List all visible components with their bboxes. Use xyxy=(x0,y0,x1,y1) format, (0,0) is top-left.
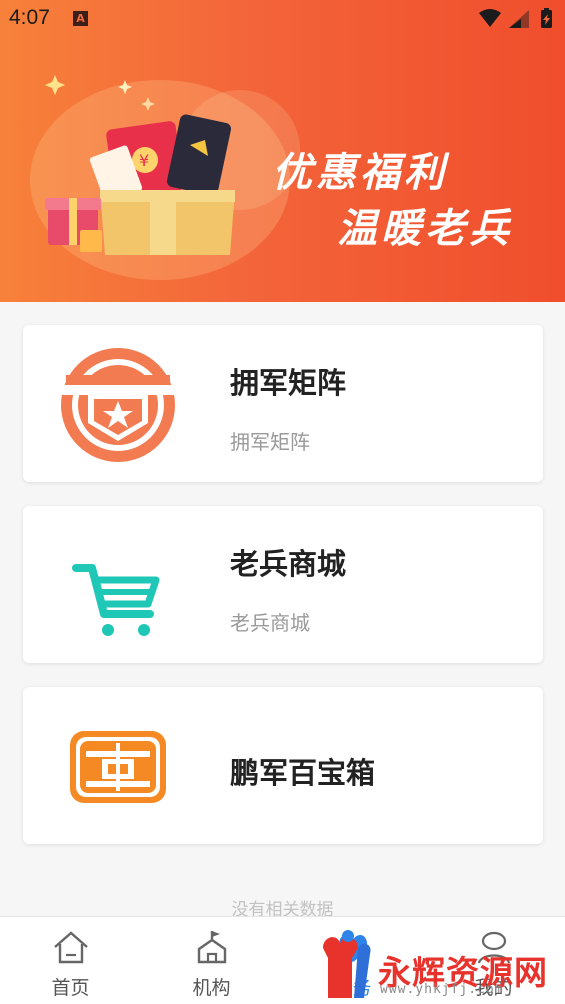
treasure-box-icon xyxy=(70,731,166,803)
service-card-veteran-mall[interactable]: 老兵商城 老兵商城 xyxy=(23,506,543,663)
status-time: 4:07 xyxy=(9,6,50,29)
svg-text:¥: ¥ xyxy=(139,151,149,170)
watermark-url: www.yhkjfj.com xyxy=(380,982,504,997)
card-title: 老兵商城 xyxy=(230,547,347,581)
status-icons xyxy=(479,8,552,28)
tab-label: 机构 xyxy=(192,977,231,999)
shield-star-icon xyxy=(58,348,178,462)
tab-label: 首页 xyxy=(51,977,90,999)
notification-icon: A xyxy=(73,11,88,26)
status-bar: 4:07 A xyxy=(0,0,565,38)
home-icon xyxy=(53,931,88,964)
banner-slogan-line1: 优惠福利 xyxy=(272,150,448,196)
service-card-yongjun[interactable]: 拥军矩阵 拥军矩阵 xyxy=(23,325,543,482)
card-title: 拥军矩阵 xyxy=(230,366,347,400)
wifi-icon xyxy=(479,9,501,27)
service-card-treasure-box[interactable]: 鹏军百宝箱 xyxy=(23,687,543,844)
card-subtitle: 老兵商城 xyxy=(230,611,310,635)
card-title: 鹏军百宝箱 xyxy=(230,756,376,790)
tab-organization[interactable]: 机构 xyxy=(141,917,282,1004)
tab-home[interactable]: 首页 xyxy=(0,917,141,1004)
banner-slogan-line2: 温暖老兵 xyxy=(337,206,513,252)
promo-banner[interactable]: 4:07 A ¥ 优惠福利 温暖老兵 xyxy=(0,0,565,302)
card-subtitle: 拥军矩阵 xyxy=(230,430,310,454)
gift-box-illustration: ¥ xyxy=(45,75,235,255)
organization-icon xyxy=(197,931,226,964)
shopping-cart-icon xyxy=(72,564,160,636)
